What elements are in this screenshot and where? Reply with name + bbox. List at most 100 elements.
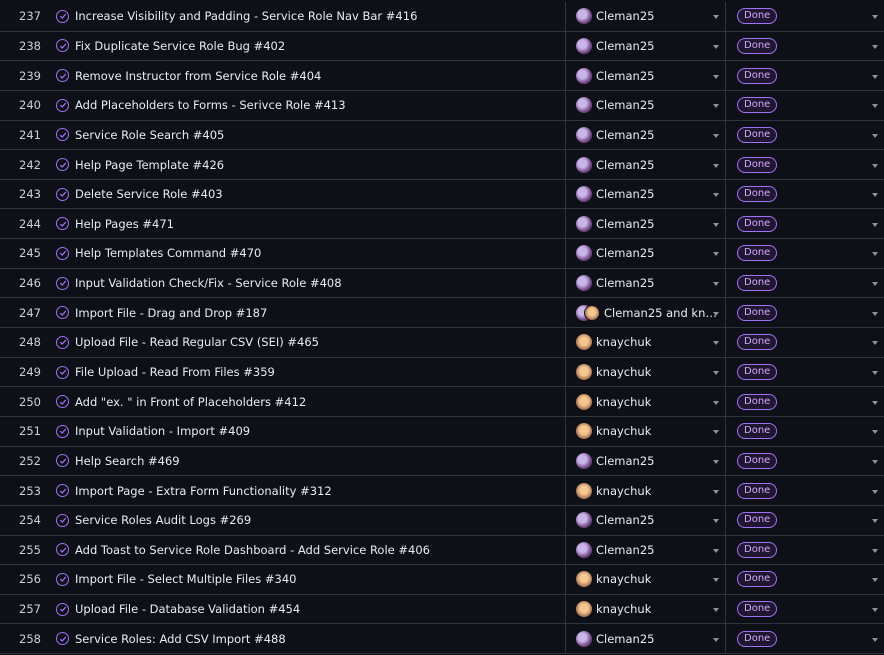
chevron-down-icon[interactable] bbox=[713, 163, 719, 168]
chevron-down-icon[interactable] bbox=[713, 608, 719, 613]
table-row[interactable]: 249 File Upload - Read From Files #359 k… bbox=[0, 357, 884, 388]
issue-title-link[interactable]: Add Placeholders to Forms - Serivce Role… bbox=[75, 98, 346, 112]
issue-title-cell[interactable]: Service Roles: Add CSV Import #488 bbox=[48, 624, 566, 654]
issue-title-cell[interactable]: Import File - Drag and Drop #187 bbox=[48, 298, 566, 328]
table-row[interactable]: 255 Add Toast to Service Role Dashboard … bbox=[0, 535, 884, 566]
chevron-down-icon[interactable] bbox=[713, 489, 719, 494]
assignee-cell[interactable]: knaychuk bbox=[566, 328, 726, 357]
issue-title-link[interactable]: File Upload - Read From Files #359 bbox=[75, 365, 275, 379]
status-cell[interactable]: Done bbox=[726, 298, 884, 327]
issue-title-cell[interactable]: Service Role Search #405 bbox=[48, 120, 566, 150]
chevron-down-icon[interactable] bbox=[872, 74, 878, 79]
table-row[interactable]: 246 Input Validation Check/Fix - Service… bbox=[0, 268, 884, 299]
assignee-cell[interactable]: Cleman25 bbox=[566, 61, 726, 90]
table-row[interactable]: 258 Service Roles: Add CSV Import #488 C… bbox=[0, 624, 884, 655]
status-cell[interactable]: Done bbox=[726, 447, 884, 476]
chevron-down-icon[interactable] bbox=[713, 193, 719, 198]
issue-title-link[interactable]: Import File - Select Multiple Files #340 bbox=[75, 572, 296, 586]
assignee-cell[interactable]: Cleman25 bbox=[566, 90, 726, 120]
issue-title-link[interactable]: Input Validation Check/Fix - Service Rol… bbox=[75, 276, 342, 290]
issue-title-link[interactable]: Service Roles Audit Logs #269 bbox=[75, 513, 251, 527]
issue-title-cell[interactable]: Increase Visibility and Padding - Servic… bbox=[48, 2, 566, 31]
chevron-down-icon[interactable] bbox=[713, 133, 719, 138]
issue-title-cell[interactable]: Input Validation Check/Fix - Service Rol… bbox=[48, 268, 566, 298]
table-row[interactable]: 237 Increase Visibility and Padding - Se… bbox=[0, 2, 884, 32]
chevron-down-icon[interactable] bbox=[713, 400, 719, 405]
chevron-down-icon[interactable] bbox=[713, 341, 719, 346]
issue-title-cell[interactable]: Help Search #469 bbox=[48, 446, 566, 476]
assignee-cell[interactable]: Cleman25 bbox=[566, 120, 726, 150]
status-cell[interactable]: Done bbox=[726, 2, 884, 31]
chevron-down-icon[interactable] bbox=[713, 222, 719, 227]
issue-title-cell[interactable]: Help Pages #471 bbox=[48, 209, 566, 239]
status-cell[interactable]: Done bbox=[726, 595, 884, 624]
chevron-down-icon[interactable] bbox=[713, 637, 719, 642]
status-cell[interactable]: Done bbox=[726, 536, 884, 565]
status-cell[interactable]: Done bbox=[726, 150, 884, 179]
status-cell[interactable]: Done bbox=[726, 209, 884, 238]
issue-title-link[interactable]: Help Page Template #426 bbox=[75, 158, 224, 172]
chevron-down-icon[interactable] bbox=[872, 15, 878, 20]
chevron-down-icon[interactable] bbox=[872, 282, 878, 287]
status-cell[interactable]: Done bbox=[726, 61, 884, 90]
status-cell[interactable]: Done bbox=[726, 239, 884, 268]
table-row[interactable]: 248 Upload File - Read Regular CSV (SEI)… bbox=[0, 328, 884, 358]
issue-title-link[interactable]: Input Validation - Import #409 bbox=[75, 424, 250, 438]
issue-title-cell[interactable]: Remove Instructor from Service Role #404 bbox=[48, 61, 566, 90]
assignee-cell[interactable]: Cleman25 bbox=[566, 2, 726, 31]
table-row[interactable]: 250 Add "ex. " in Front of Placeholders … bbox=[0, 387, 884, 417]
status-cell[interactable]: Done bbox=[726, 269, 884, 298]
issue-title-link[interactable]: Service Role Search #405 bbox=[75, 128, 224, 142]
chevron-down-icon[interactable] bbox=[872, 608, 878, 613]
issue-title-link[interactable]: Add "ex. " in Front of Placeholders #412 bbox=[75, 395, 306, 409]
table-row[interactable]: 252 Help Search #469 Cleman25 Done bbox=[0, 446, 884, 477]
chevron-down-icon[interactable] bbox=[713, 548, 719, 553]
issue-title-link[interactable]: Import Page - Extra Form Functionality #… bbox=[75, 484, 332, 498]
issue-title-cell[interactable]: Upload File - Read Regular CSV (SEI) #46… bbox=[48, 328, 566, 357]
chevron-down-icon[interactable] bbox=[713, 15, 719, 20]
table-row[interactable]: 240 Add Placeholders to Forms - Serivce … bbox=[0, 90, 884, 121]
issue-title-link[interactable]: Help Pages #471 bbox=[75, 217, 174, 231]
chevron-down-icon[interactable] bbox=[872, 163, 878, 168]
chevron-down-icon[interactable] bbox=[713, 44, 719, 49]
chevron-down-icon[interactable] bbox=[872, 400, 878, 405]
issue-title-link[interactable]: Remove Instructor from Service Role #404 bbox=[75, 69, 321, 83]
table-row[interactable]: 242 Help Page Template #426 Cleman25 Don… bbox=[0, 150, 884, 180]
chevron-down-icon[interactable] bbox=[713, 578, 719, 583]
status-cell[interactable]: Done bbox=[726, 387, 884, 416]
chevron-down-icon[interactable] bbox=[872, 104, 878, 109]
issue-title-cell[interactable]: File Upload - Read From Files #359 bbox=[48, 357, 566, 387]
status-cell[interactable]: Done bbox=[726, 624, 884, 653]
assignee-cell[interactable]: knaychuk bbox=[566, 387, 726, 416]
chevron-down-icon[interactable] bbox=[713, 282, 719, 287]
table-row[interactable]: 256 Import File - Select Multiple Files … bbox=[0, 565, 884, 595]
issue-title-link[interactable]: Help Templates Command #470 bbox=[75, 246, 261, 260]
issue-title-link[interactable]: Service Roles: Add CSV Import #488 bbox=[75, 632, 286, 646]
chevron-down-icon[interactable] bbox=[872, 519, 878, 524]
chevron-down-icon[interactable] bbox=[872, 578, 878, 583]
issue-title-link[interactable]: Delete Service Role #403 bbox=[75, 187, 223, 201]
table-row[interactable]: 251 Input Validation - Import #409 knayc… bbox=[0, 416, 884, 447]
table-row[interactable]: 247 Import File - Drag and Drop #187 Cle… bbox=[0, 298, 884, 329]
chevron-down-icon[interactable] bbox=[872, 133, 878, 138]
issue-title-cell[interactable]: Service Roles Audit Logs #269 bbox=[48, 505, 566, 535]
issue-title-cell[interactable]: Fix Duplicate Service Role Bug #402 bbox=[48, 31, 566, 61]
issue-title-cell[interactable]: Import Page - Extra Form Functionality #… bbox=[48, 476, 566, 505]
status-cell[interactable]: Done bbox=[726, 506, 884, 535]
issue-title-cell[interactable]: Add Toast to Service Role Dashboard - Ad… bbox=[48, 535, 566, 565]
issue-title-link[interactable]: Import File - Drag and Drop #187 bbox=[75, 306, 267, 320]
status-cell[interactable]: Done bbox=[726, 565, 884, 594]
table-row[interactable]: 238 Fix Duplicate Service Role Bug #402 … bbox=[0, 31, 884, 62]
issue-title-cell[interactable]: Delete Service Role #403 bbox=[48, 179, 566, 209]
assignee-cell[interactable]: knaychuk bbox=[566, 476, 726, 505]
chevron-down-icon[interactable] bbox=[872, 252, 878, 257]
assignee-cell[interactable]: knaychuk bbox=[566, 594, 726, 624]
chevron-down-icon[interactable] bbox=[872, 548, 878, 553]
assignee-cell[interactable]: Cleman25 bbox=[566, 505, 726, 535]
table-row[interactable]: 257 Upload File - Database Validation #4… bbox=[0, 594, 884, 625]
chevron-down-icon[interactable] bbox=[872, 489, 878, 494]
chevron-down-icon[interactable] bbox=[713, 104, 719, 109]
status-cell[interactable]: Done bbox=[726, 476, 884, 505]
chevron-down-icon[interactable] bbox=[713, 311, 719, 316]
chevron-down-icon[interactable] bbox=[713, 430, 719, 435]
